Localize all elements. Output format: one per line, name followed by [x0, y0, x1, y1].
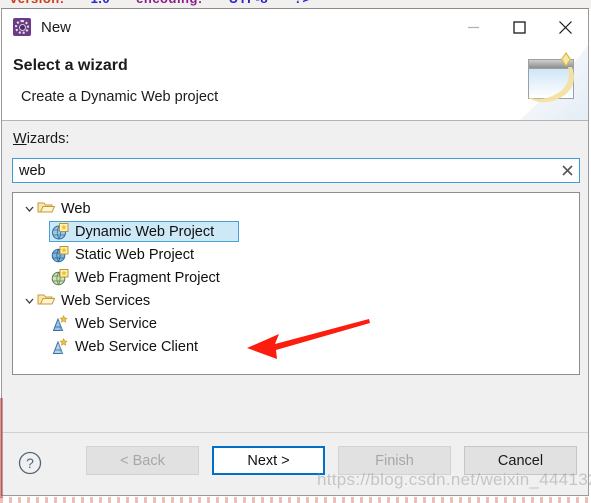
dialog-footer: ? < Back Next > Finish Cancel [2, 432, 588, 495]
wizards-label: Wizards: [13, 131, 69, 147]
back-button[interactable]: < Back [86, 446, 199, 475]
help-question-icon[interactable]: ? [18, 451, 42, 475]
cancel-button[interactable]: Cancel [464, 446, 577, 475]
bg-fragment-encoding: encoding: [136, 0, 203, 6]
chevron-down-icon[interactable] [21, 206, 37, 212]
web-service-icon [51, 314, 69, 332]
tree-item-web-service[interactable]: Web Service [13, 312, 579, 335]
bg-fragment-close: ?> [294, 0, 311, 6]
tree-item-web-service-client[interactable]: Web Service Client [13, 335, 579, 358]
dialog-body: Wizards: web Web Dynamic Web Project Sta… [2, 121, 588, 432]
tree-item-web-fragment-project[interactable]: Web Fragment Project [13, 266, 579, 289]
maximize-icon[interactable] [496, 9, 542, 45]
dialog-titlebar[interactable]: New [2, 9, 588, 45]
tree-item-label: Web Services [61, 292, 151, 309]
tree-item-label: Web [61, 200, 91, 217]
wizard-tree[interactable]: Web Dynamic Web Project Static Web Proje… [12, 192, 580, 375]
tree-item-label: Web Service [75, 315, 157, 332]
open-folder-icon [37, 292, 56, 309]
tree-item-label: Static Web Project [75, 246, 195, 263]
wizard-header: Select a wizard Create a Dynamic Web pro… [2, 45, 588, 121]
bg-fragment-utf8: UTF-8 [229, 0, 268, 6]
tree-item-label: Web Fragment Project [75, 269, 220, 286]
bg-fragment-one: 1.0 [91, 0, 111, 6]
static-web-project-icon [51, 246, 69, 263]
wizard-button-row: < Back Next > Finish Cancel [86, 446, 577, 475]
wizard-filter-field[interactable] [12, 158, 580, 183]
dialog-title: New [41, 18, 72, 36]
new-wizard-dialog: New Select a wizard Create a Dynamic Web… [1, 8, 589, 496]
next-button[interactable]: Next > [212, 446, 325, 475]
svg-text:?: ? [26, 455, 34, 471]
wizard-banner-icon [500, 45, 588, 120]
tree-item-label: Web Service Client [75, 338, 199, 355]
window-controls [450, 9, 588, 45]
cancel-button-label: Cancel [497, 452, 544, 469]
tree-item-web[interactable]: Web [13, 197, 579, 220]
left-edge-artifact [0, 398, 3, 498]
chevron-down-icon[interactable] [21, 298, 37, 304]
clear-x-icon[interactable] [555, 159, 579, 182]
dynamic-web-project-icon [51, 223, 69, 240]
background-xml-declaration: version: 1.0 encoding: UTF-8 ?> [10, 0, 337, 6]
bottom-edge-artifact [0, 497, 591, 503]
tree-item-static-web-project[interactable]: Static Web Project [13, 243, 579, 266]
tree-item-web-services[interactable]: Web Services [13, 289, 579, 312]
back-button-label: < Back [120, 452, 165, 469]
close-icon[interactable] [542, 9, 588, 45]
minimize-icon[interactable] [450, 9, 496, 45]
web-fragment-project-icon [51, 269, 69, 286]
tree-item-dynamic-web-project[interactable]: Dynamic Web Project [13, 220, 579, 243]
next-button-label: Next > [247, 452, 290, 469]
bg-fragment-version: version: [10, 0, 65, 6]
search-input[interactable] [13, 159, 555, 182]
wizards-label-rest: izards: [26, 131, 70, 147]
finish-button[interactable]: Finish [338, 446, 451, 475]
page-title: Select a wizard [13, 57, 128, 74]
eclipse-new-wizard-icon [13, 18, 31, 36]
tree-item-label: Dynamic Web Project [75, 223, 215, 240]
web-service-client-icon [51, 337, 69, 355]
open-folder-icon [37, 200, 56, 217]
finish-button-label: Finish [375, 452, 414, 469]
page-description: Create a Dynamic Web project [21, 89, 219, 105]
wizards-label-mnemonic: W [13, 131, 27, 147]
